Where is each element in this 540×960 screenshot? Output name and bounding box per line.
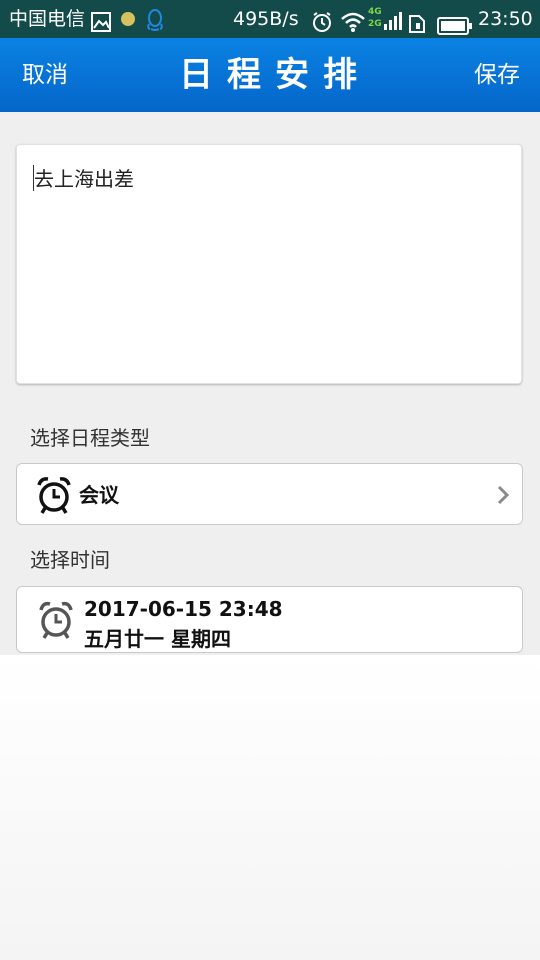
note-text: 去上海出差 (34, 167, 134, 191)
chevron-right-icon (497, 485, 510, 505)
schedule-lunar-date: 五月廿一 星期四 (84, 627, 231, 651)
title-bar: 日程安排 取消 保存 (0, 38, 540, 112)
save-button[interactable]: 保存 (474, 38, 520, 112)
schedule-type-selector[interactable]: 会议 (16, 463, 523, 525)
qq-icon (145, 7, 165, 31)
form-area: 去上海出差 选择日程类型 会议 选择时间 2017-06-15 23:48 五月… (0, 112, 540, 655)
alarm-icon (311, 8, 333, 32)
sim-icon (408, 9, 426, 33)
page-title: 日程安排 (179, 55, 371, 95)
signal-icon: 4G 2G (368, 4, 404, 34)
schedule-type-value: 会议 (79, 483, 119, 507)
note-input[interactable]: 去上海出差 (16, 144, 522, 384)
empty-area (0, 655, 540, 960)
cancel-button[interactable]: 取消 (22, 38, 68, 112)
schedule-datetime: 2017-06-15 23:48 (84, 597, 283, 621)
wifi-icon (340, 8, 366, 32)
status-bar: 中国电信 495B/s 4G 2G 23:50 (0, 0, 540, 38)
signal-4g-label: 4G (368, 7, 382, 17)
schedule-type-label: 选择日程类型 (30, 426, 150, 450)
signal-2g-label: 2G (368, 19, 382, 29)
schedule-time-selector[interactable]: 2017-06-15 23:48 五月廿一 星期四 (16, 586, 523, 653)
carrier-label: 中国电信 (9, 8, 86, 30)
notification-dot-icon (121, 12, 135, 26)
alarm-clock-icon (39, 601, 73, 639)
battery-icon (437, 10, 473, 35)
alarm-clock-icon (37, 477, 71, 514)
clock-time: 23:50 (478, 8, 533, 30)
schedule-time-label: 选择时间 (30, 548, 110, 572)
gallery-icon (90, 8, 112, 32)
network-speed: 495B/s (233, 8, 299, 30)
